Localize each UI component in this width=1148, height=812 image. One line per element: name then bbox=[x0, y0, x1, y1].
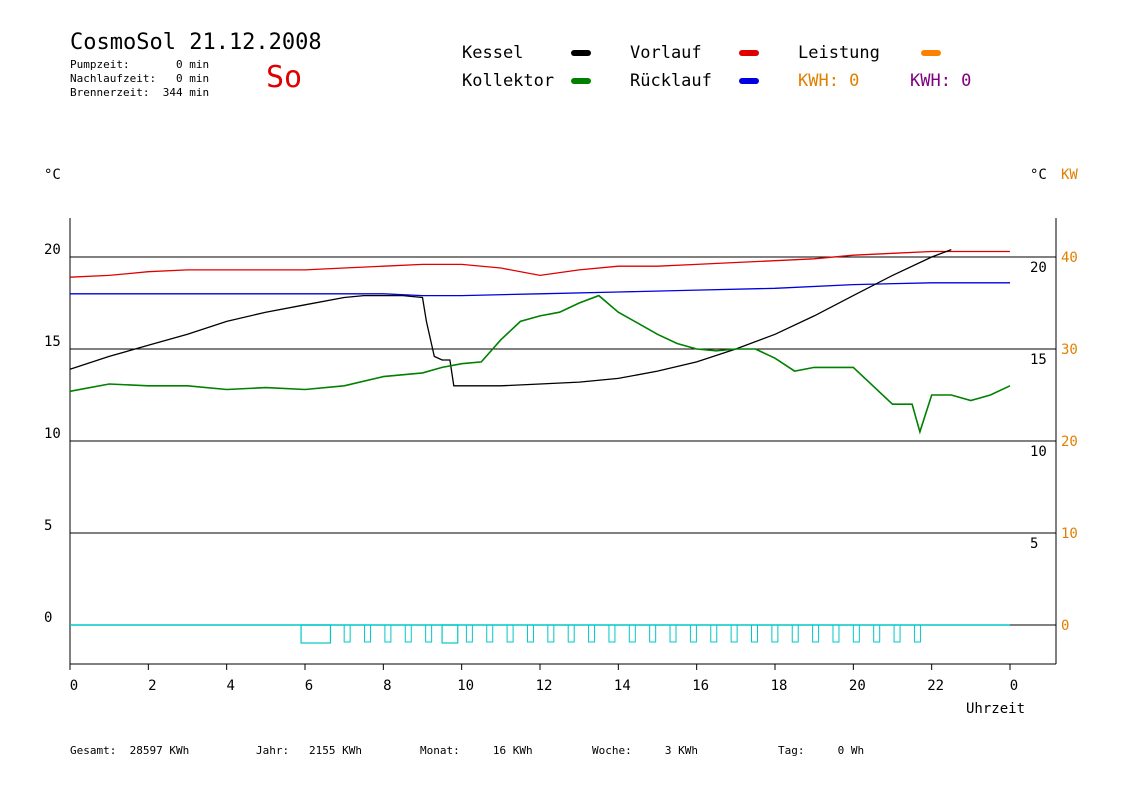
x-tick-label-9: 18 bbox=[771, 678, 788, 694]
y-tick-kw-10: 10 bbox=[1061, 526, 1078, 542]
pump-pulse bbox=[852, 624, 860, 643]
pump-pulse bbox=[608, 624, 616, 643]
pump-pulse bbox=[425, 624, 433, 643]
y-tick-right-5: 5 bbox=[1030, 536, 1038, 552]
pump-pulse bbox=[832, 624, 840, 643]
x-tick-label-8: 16 bbox=[692, 678, 709, 694]
x-tick-label-3: 6 bbox=[305, 678, 313, 694]
x-tick-label-10: 20 bbox=[849, 678, 866, 694]
x-tick-label-4: 8 bbox=[383, 678, 391, 694]
pump-block bbox=[300, 624, 332, 644]
pump-pulse bbox=[506, 624, 514, 643]
pump-pulse bbox=[771, 624, 779, 643]
pump-pulse bbox=[628, 624, 636, 643]
pump-pulse bbox=[730, 624, 738, 643]
x-tick-label-11: 22 bbox=[927, 678, 944, 694]
pump-pulse bbox=[567, 624, 575, 643]
y-tick-right-20: 20 bbox=[1030, 260, 1047, 276]
y-tick-left-15: 15 bbox=[44, 334, 61, 350]
pump-pulse bbox=[751, 624, 758, 643]
pump-pulse bbox=[791, 624, 799, 643]
series-line-1 bbox=[70, 282, 1010, 297]
pump-pulse bbox=[547, 624, 555, 643]
x-tick-label-12: 0 bbox=[1010, 678, 1018, 694]
x-tick-label-1: 2 bbox=[148, 678, 156, 694]
x-tick-label-2: 4 bbox=[226, 678, 234, 694]
pump-pulse bbox=[343, 624, 351, 643]
pump-pulse bbox=[404, 624, 412, 643]
y-tick-left-0: 0 bbox=[44, 610, 52, 626]
x-tick-label-5: 10 bbox=[457, 678, 474, 694]
y-tick-left-5: 5 bbox=[44, 518, 52, 534]
y-tick-kw-0: 0 bbox=[1061, 618, 1069, 634]
footer-jahr: Jahr: 2155 KWh bbox=[256, 744, 362, 757]
x-tick-label-0: 0 bbox=[70, 678, 78, 694]
pump-pulse bbox=[873, 624, 881, 643]
pump-pulse bbox=[465, 624, 473, 643]
pump-pulse bbox=[364, 624, 372, 643]
pump-pulse bbox=[893, 624, 901, 643]
y-tick-left-20: 20 bbox=[44, 242, 61, 258]
pump-pulse bbox=[710, 624, 718, 643]
pump-pulse bbox=[669, 624, 677, 643]
y-tick-kw-20: 20 bbox=[1061, 434, 1078, 450]
y-tick-left-10: 10 bbox=[44, 426, 61, 442]
y-tick-kw-40: 40 bbox=[1061, 250, 1078, 266]
footer-woche: Woche: 3 KWh bbox=[592, 744, 698, 757]
y-tick-right-10: 10 bbox=[1030, 444, 1047, 460]
pump-pulse bbox=[384, 624, 392, 643]
footer-monat: Monat: 16 KWh bbox=[420, 744, 533, 757]
pump-block-2 bbox=[441, 624, 459, 644]
series-line-3 bbox=[69, 294, 1011, 435]
pump-pulse bbox=[649, 624, 657, 643]
series-line-0 bbox=[69, 250, 1010, 278]
pump-pulse bbox=[913, 624, 921, 643]
x-tick-label-7: 14 bbox=[614, 678, 631, 694]
pump-pulse bbox=[588, 624, 596, 643]
pump-pulse bbox=[526, 624, 534, 643]
footer-tag: Tag: 0 Wh bbox=[778, 744, 865, 757]
footer-gesamt: Gesamt: 28597 KWh bbox=[70, 744, 190, 757]
pump-pulse bbox=[486, 624, 494, 643]
pump-pulse bbox=[812, 624, 820, 643]
temperature-chart: 0 5 10 15 20 5 10 15 20 0 10 20 30 40 0 2 4 6 8 10 12 14 16 18 2… bbox=[44, 218, 1078, 694]
x-tick-label-6: 12 bbox=[536, 678, 553, 694]
y-tick-right-15: 15 bbox=[1030, 352, 1047, 368]
pump-pulse bbox=[689, 624, 697, 643]
y-tick-kw-30: 30 bbox=[1061, 342, 1078, 358]
